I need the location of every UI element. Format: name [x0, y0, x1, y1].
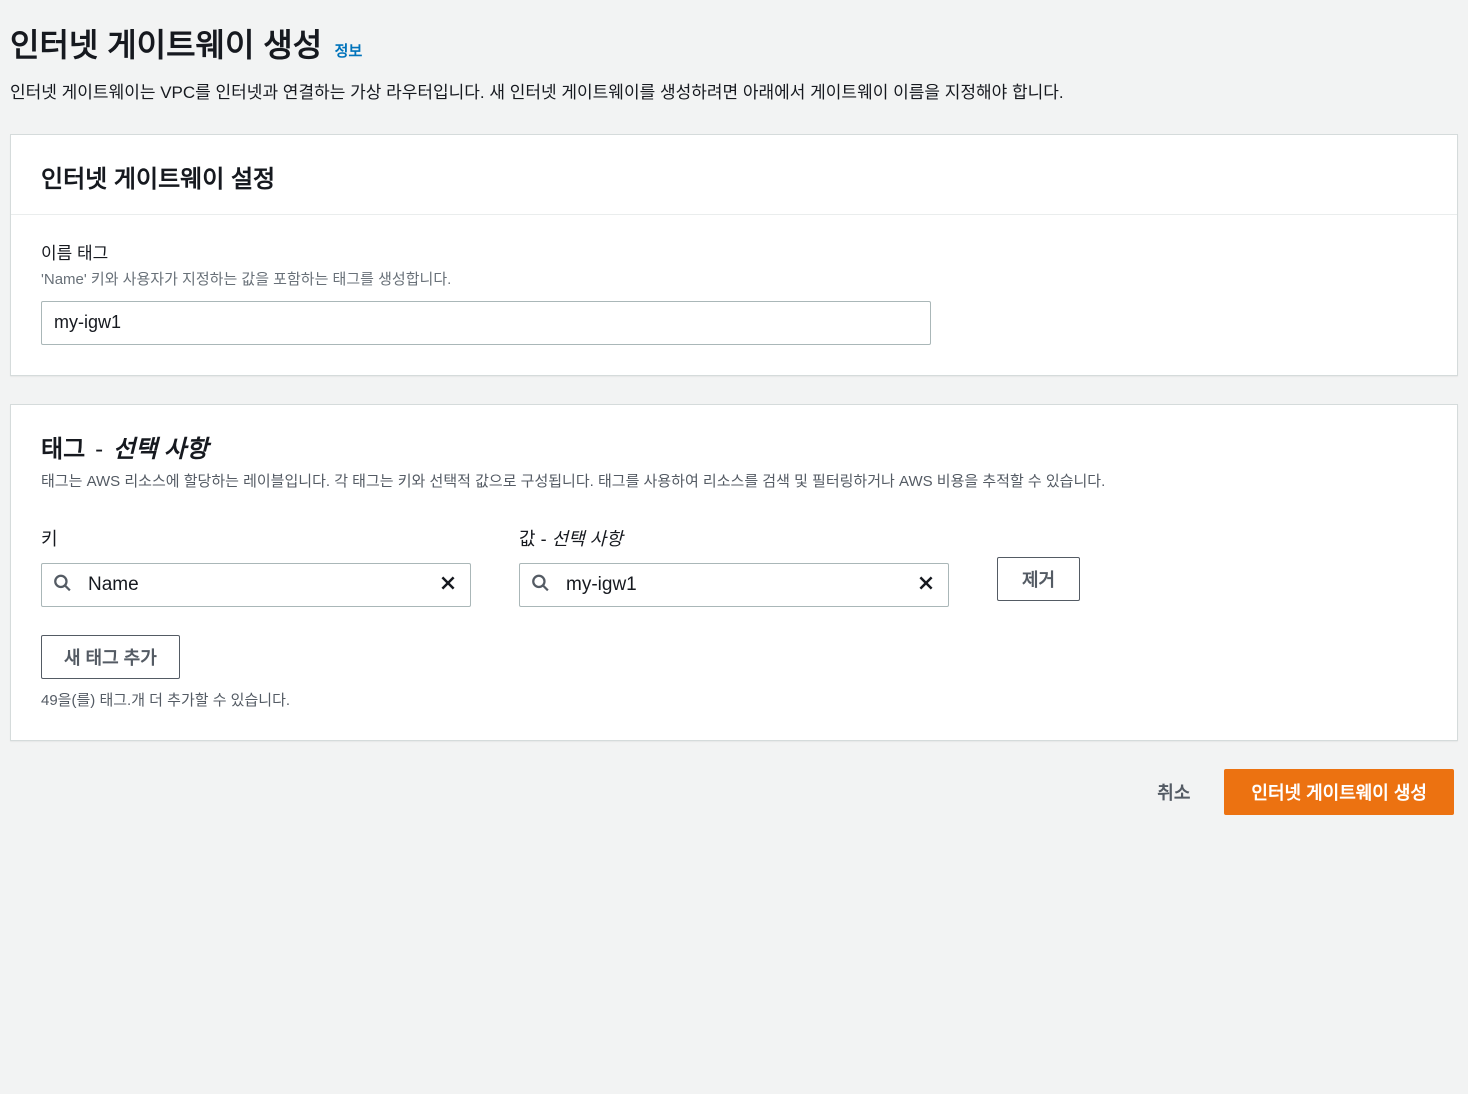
tags-panel-description: 태그는 AWS 리소스에 할당하는 레이블입니다. 각 태그는 키와 선택적 값…	[41, 470, 1427, 493]
tag-value-header-prefix: 값	[519, 529, 536, 549]
footer-actions: 취소 인터넷 게이트웨이 생성	[10, 769, 1458, 815]
tag-value-header: 값 - 선택 사항	[519, 525, 949, 551]
tag-key-input-wrap	[41, 563, 471, 607]
tag-key-column: 키	[41, 525, 471, 607]
tags-panel-body: 키	[11, 501, 1457, 740]
tags-title-optional: 선택 사항	[113, 429, 208, 464]
name-tag-label: 이름 태그	[41, 239, 1427, 264]
cancel-button[interactable]: 취소	[1143, 769, 1204, 815]
tag-key-input[interactable]	[41, 563, 471, 607]
page-header: 인터넷 게이트웨이 생성 정보	[10, 20, 1458, 66]
settings-panel-body: 이름 태그 'Name' 키와 사용자가 지정하는 값을 포함하는 태그를 생성…	[11, 215, 1457, 375]
settings-panel: 인터넷 게이트웨이 설정 이름 태그 'Name' 키와 사용자가 지정하는 값…	[10, 134, 1458, 376]
tags-title-dash: -	[95, 436, 103, 464]
add-tag-button[interactable]: 새 태그 추가	[41, 635, 180, 679]
tags-panel: 태그 - 선택 사항 태그는 AWS 리소스에 할당하는 레이블입니다. 각 태…	[10, 404, 1458, 741]
tag-value-header-dash: -	[536, 529, 552, 549]
name-tag-input[interactable]	[41, 301, 931, 345]
tag-value-column: 값 - 선택 사항	[519, 525, 949, 607]
close-icon[interactable]	[913, 570, 939, 600]
tag-remove-column: 제거	[997, 525, 1080, 601]
tag-value-input[interactable]	[519, 563, 949, 607]
info-link[interactable]: 정보	[335, 43, 363, 60]
tag-row: 키	[41, 525, 1427, 607]
settings-panel-title: 인터넷 게이트웨이 설정	[41, 159, 1427, 194]
tags-remaining-text: 49을(를) 태그.개 더 추가할 수 있습니다.	[41, 689, 1427, 710]
tags-panel-title: 태그 - 선택 사항	[41, 429, 1427, 464]
tags-panel-header: 태그 - 선택 사항 태그는 AWS 리소스에 할당하는 레이블입니다. 각 태…	[11, 405, 1457, 501]
close-icon[interactable]	[435, 570, 461, 600]
name-tag-hint: 'Name' 키와 사용자가 지정하는 값을 포함하는 태그를 생성합니다.	[41, 268, 1427, 289]
tag-value-header-optional: 선택 사항	[552, 529, 623, 549]
tags-title-prefix: 태그	[41, 429, 85, 464]
page-description: 인터넷 게이트웨이는 VPC를 인터넷과 연결하는 가상 라우터입니다. 새 인…	[10, 80, 1458, 106]
create-igw-button[interactable]: 인터넷 게이트웨이 생성	[1224, 769, 1454, 815]
tag-value-input-wrap	[519, 563, 949, 607]
remove-tag-button[interactable]: 제거	[997, 557, 1080, 601]
page-title: 인터넷 게이트웨이 생성	[10, 27, 322, 63]
settings-panel-header: 인터넷 게이트웨이 설정	[11, 135, 1457, 215]
tag-key-header: 키	[41, 525, 471, 551]
